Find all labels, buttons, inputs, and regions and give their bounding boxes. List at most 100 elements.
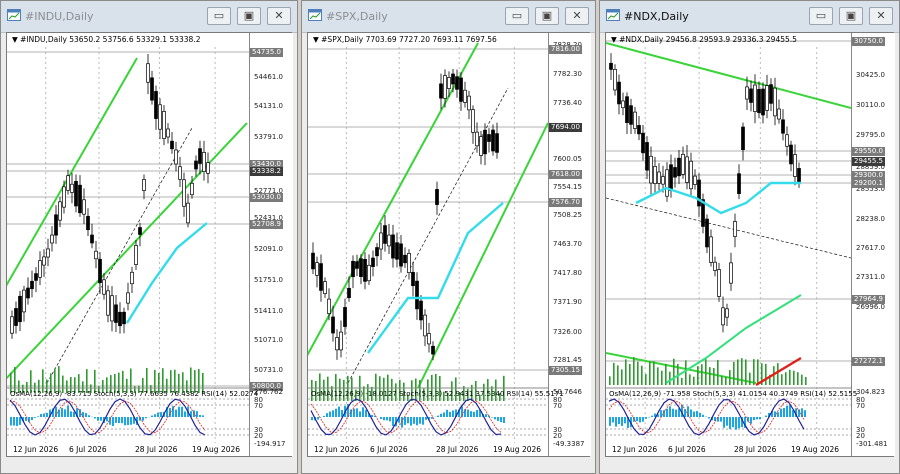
osc-axis-label: 20 — [553, 432, 562, 440]
osma-bar — [73, 411, 75, 417]
minimize-button[interactable]: ▭ — [809, 7, 833, 25]
volume-bar — [741, 358, 743, 385]
osma-bar — [184, 411, 186, 417]
candle — [399, 243, 403, 267]
date-axis-label: 28 Jul 2026 — [734, 445, 777, 454]
close-icon: ✕ — [274, 9, 284, 22]
close-button[interactable]: ✕ — [267, 7, 291, 25]
price-axis-label: 7782.30 — [553, 70, 582, 78]
osma-bar — [118, 417, 120, 424]
date-axis-label: 6 Jul 2026 — [69, 445, 107, 454]
chart-area[interactable]: ▼ #NDX,Daily 29456.8 29593.9 29336.3 294… — [605, 32, 895, 457]
titlebar[interactable]: #SPX,Daily ▭ ▣ ✕ — [302, 1, 595, 33]
window-spx[interactable]: #SPX,Daily ▭ ▣ ✕ ▼ #SPX,Daily 7703.69 77… — [301, 0, 596, 474]
osc-indicator-label: OsMA(12,26,9) -71.958 Stoch(5,3,3) 41.01… — [609, 390, 858, 398]
osma-bar — [121, 417, 123, 424]
minimize-button[interactable]: ▭ — [207, 7, 231, 25]
osma-bar — [16, 417, 18, 426]
candle — [134, 245, 138, 265]
candle — [194, 160, 198, 170]
candle — [335, 337, 339, 351]
osma-bar — [61, 408, 63, 417]
osma-bar — [645, 417, 647, 419]
osma-bar — [127, 417, 129, 425]
window-ndx[interactable]: #NDX,Daily ▭ ▣ ✕ ▼ #NDX,Daily 29456.8 29… — [599, 0, 900, 474]
volume-bar — [753, 359, 755, 385]
moving-average-line — [635, 181, 801, 215]
trend-channel-line — [308, 42, 479, 356]
candle — [669, 164, 673, 191]
osc-axis-label: -194.917 — [254, 440, 286, 448]
price-axis-label: 7371.90 — [553, 298, 582, 306]
volume-bar — [745, 359, 747, 385]
candle — [54, 214, 58, 236]
candle — [82, 199, 86, 215]
osma-bar — [130, 417, 132, 425]
volume-bar — [697, 366, 699, 385]
osma-bar — [449, 411, 451, 417]
candle — [741, 126, 745, 150]
osma-bar — [97, 417, 99, 421]
osma-bar — [651, 415, 653, 417]
candle — [22, 289, 26, 313]
close-button[interactable]: ✕ — [565, 7, 589, 25]
ohlc-readout: ▼ #NDX,Daily 29456.8 29593.9 29336.3 294… — [611, 35, 797, 44]
osma-bar — [503, 417, 505, 423]
date-axis-label: 12 Jun 2026 — [13, 445, 59, 454]
osma-bar — [157, 412, 159, 417]
candle — [90, 234, 94, 244]
candle — [479, 136, 483, 156]
maximize-button[interactable]: ▣ — [535, 7, 559, 25]
price-axis-label: 54131.0 — [254, 102, 283, 110]
volume-bar — [657, 367, 659, 385]
candle — [114, 304, 118, 323]
volume-bar — [625, 359, 627, 385]
candle — [78, 184, 82, 214]
osma-bar — [636, 417, 638, 422]
candle — [190, 182, 194, 196]
candle — [625, 96, 629, 123]
osma-bar — [431, 417, 433, 419]
titlebar[interactable]: #NDX,Daily ▭ ▣ ✕ — [600, 1, 899, 33]
osma-bar — [618, 417, 620, 425]
price-axis-label: 27617.0 — [856, 244, 885, 252]
ohlc-readout: ▼ #INDU,Daily 53650.2 53756.6 53329.1 53… — [12, 35, 201, 44]
volume-bar — [729, 370, 731, 385]
osc-axis-label: 70 — [856, 402, 865, 410]
osma-bar — [476, 409, 478, 417]
candle — [793, 154, 797, 177]
osma-bar — [202, 415, 204, 417]
candle — [427, 333, 431, 345]
osma-bar — [94, 417, 96, 419]
osma-bar — [663, 410, 665, 417]
close-button[interactable]: ✕ — [869, 7, 893, 25]
osma-bar — [693, 411, 695, 417]
volume-bar — [637, 361, 639, 385]
osma-bar — [392, 417, 394, 427]
candle — [122, 311, 126, 325]
osma-bar — [786, 405, 788, 417]
osma-bar — [172, 406, 174, 417]
candle — [403, 254, 407, 264]
window-indu[interactable]: #INDU,Daily ▭ ▣ ✕ ▼ #INDU,Daily 53650.2 … — [0, 0, 298, 474]
minimize-button[interactable]: ▭ — [505, 7, 529, 25]
titlebar[interactable]: #INDU,Daily ▭ ▣ ✕ — [1, 1, 297, 33]
candle — [154, 91, 158, 119]
osma-bar — [699, 412, 701, 417]
osma-bar — [326, 413, 328, 417]
close-icon: ✕ — [876, 9, 886, 22]
osma-bar — [612, 417, 614, 423]
price-axis[interactable]: 30425.0 30110.0 29795.0 28859.0 28553.0 28238… — [851, 33, 895, 456]
maximize-button[interactable]: ▣ — [839, 7, 863, 25]
volume-bar — [681, 377, 683, 385]
price-tag: 54735.0 — [250, 48, 283, 57]
maximize-button[interactable]: ▣ — [237, 7, 261, 25]
volume-bar — [737, 359, 739, 385]
candle — [150, 77, 154, 101]
osma-bar — [362, 407, 364, 417]
chart-area[interactable]: ▼ #SPX,Daily 7703.69 7727.20 7693.11 769… — [307, 32, 591, 457]
price-tag: 29550.0 — [852, 147, 885, 156]
candle — [367, 264, 371, 282]
chart-area[interactable]: ▼ #INDU,Daily 53650.2 53756.6 53329.1 53… — [6, 32, 293, 457]
candle — [34, 273, 38, 281]
